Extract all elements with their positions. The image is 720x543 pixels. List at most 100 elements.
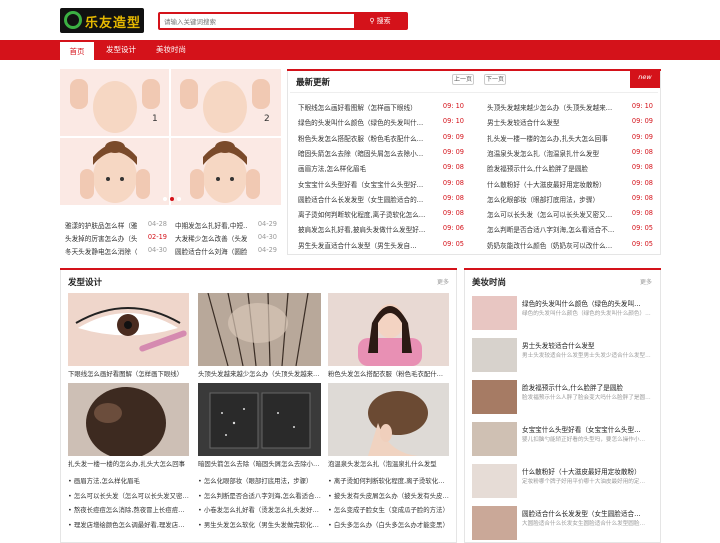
prev-page-button[interactable]: 上一页 <box>452 74 474 85</box>
hair-list-item-text: 白头多怎么办（白头多怎么办才能变黑） <box>333 520 449 529</box>
beauty-item-title[interactable]: 圆脸适合什么长发发型（女生圆脸适合… <box>522 508 654 518</box>
search-input[interactable] <box>164 15 354 28</box>
latest-item-time: 09: 10 <box>442 117 464 126</box>
beauty-list-item[interactable]: 绿色的头发叫什么颜色（绿色的头发叫… 绿色的头发叫什么颜色（绿色的头发叫什么颜色）… <box>472 296 657 332</box>
latest-list-item[interactable]: 画眉方法,怎么样化眉毛 09: 08 <box>298 163 464 173</box>
beauty-item-desc: 男士头发较适合什么发型男士头发少适合什么发型… <box>522 353 651 359</box>
latest-item-title: 离子烫如何判断软化程度,离子烫软化怎么… <box>298 211 426 220</box>
beauty-list-item[interactable]: 什么散粉好（十大滋皮最好用定妆散粉） 定妆粉哪个牌子好用平价哪十大油皮最好用的定… <box>472 464 657 500</box>
latest-list-item[interactable]: 怎么判断是否合适八字刘海,怎么看适合不… 09: 05 <box>487 224 653 234</box>
latest-list-item[interactable]: 披肩发怎么扎好看,披肩头发做什么发型好… 09: 06 <box>298 224 464 234</box>
beauty-item-thumbnail[interactable] <box>472 380 517 414</box>
hair-list-item[interactable]: • 怎么变成子脸女生（变成瓜子脸的方法） <box>328 505 452 514</box>
hair-card-caption[interactable]: 暗固头箭怎么去除（暗固头屑怎么去除小… <box>198 459 322 468</box>
hair-card-image-5[interactable] <box>198 383 321 456</box>
left-list-item[interactable]: 中期发怎么扎好看,中短… 04-29 <box>175 220 277 230</box>
beauty-item-thumbnail[interactable] <box>472 464 517 498</box>
hair-card-image-6[interactable] <box>328 383 449 456</box>
hair-list-item[interactable]: • 小卷发怎么扎好看（烫发怎么扎头发好… <box>198 505 322 514</box>
latest-list-item[interactable]: 粉色头发怎么搭配衣服（粉色毛衣配什么… 09: 09 <box>298 133 464 143</box>
latest-list-item[interactable]: 女宝宝什么头型好看（女宝宝什么头型好… 09: 08 <box>298 179 464 189</box>
hair-card-image-1[interactable] <box>68 293 189 366</box>
latest-item-title: 下眼线怎么画好看图解（怎样画下眼线） <box>298 104 417 112</box>
beauty-item-title[interactable]: 什么散粉好（十大滋皮最好用定妆散粉） <box>522 466 654 476</box>
latest-item-time: 09: 10 <box>631 102 653 110</box>
latest-item-title: 女宝宝什么头型好看（女宝宝什么头型好… <box>298 180 424 189</box>
hair-list-item[interactable]: • 怎么化眼部妆（眼部打底用法，步骤） <box>198 476 322 485</box>
latest-item-time: 09: 09 <box>442 132 464 141</box>
next-page-button[interactable]: 下一页 <box>484 74 506 85</box>
left-list-item-date: 04-29 <box>257 246 277 254</box>
beauty-list-item[interactable]: 女宝宝什么头型好看（女宝宝什么头型… 婴儿扣脑勺能矫正好看的头型吗，要怎么操作小… <box>472 422 657 458</box>
latest-item-time: 09: 08 <box>442 209 464 218</box>
latest-item-time: 09: 08 <box>631 178 653 187</box>
latest-list-item[interactable]: 头顶头发越来越少怎么办（头顶头发越来… 09: 10 <box>487 102 653 112</box>
hair-list-item-text: 小卷发怎么扎好看（烫发怎么扎头发好… <box>203 506 319 514</box>
hair-list-item[interactable]: • 离子烫如何判断软化程度,离子烫软化… <box>328 476 452 485</box>
beauty-list-item[interactable]: 脸发福预示什么,什么脸胖了是圆脸 脸发福预示什么人胖了脸会变大吗什么脸胖了是圆… <box>472 380 657 416</box>
latest-list-item[interactable]: 下眼线怎么画好看图解（怎样画下眼线） 09: 10 <box>298 102 464 112</box>
beauty-item-title[interactable]: 脸发福预示什么,什么脸胖了是圆脸 <box>522 382 654 392</box>
left-list-item[interactable]: 头发掉的厉害怎么办（头… 02-19 <box>65 233 167 243</box>
latest-list-item[interactable]: 离子烫如何判断软化程度,离子烫软化怎么… 09: 08 <box>298 209 464 219</box>
latest-list-item[interactable]: 扎头发一楼一楼的怎么办,扎头大怎么回事 09: 09 <box>487 133 653 143</box>
left-list-item[interactable]: 雅漾的护肤品怎么样（雅… 04-28 <box>65 220 167 230</box>
beauty-item-title[interactable]: 男士头发较适合什么发型 <box>522 340 654 350</box>
latest-item-title: 披肩发怎么扎好看,披肩头发做什么发型好… <box>298 226 426 235</box>
hair-card-caption[interactable]: 扎头发一楼一楼的怎么办,扎头大怎么回事 <box>68 459 192 468</box>
hair-card-caption[interactable]: 头顶头发越来越少怎么办（头顶头发越来… <box>198 369 322 378</box>
hair-list-item[interactable]: • 熬夜长痘痘怎么消除,熬夜冒上长痘痘… <box>68 505 192 514</box>
latest-item-title: 粉色头发怎么搭配衣服（粉色毛衣配什么… <box>298 134 424 143</box>
beauty-more-link[interactable]: 更多 <box>640 277 652 286</box>
beauty-item-thumbnail[interactable] <box>472 296 517 330</box>
latest-list-item[interactable]: 怎么化眼部妆（眼部打底用法，步骤） 09: 08 <box>487 194 653 204</box>
latest-list-item[interactable]: 奶奶灰能改什么颜色（奶奶灰可以改什么… 09: 05 <box>487 240 653 250</box>
hair-list-item-text: 怎么化眼部妆（眼部打底用法，步骤） <box>203 477 313 485</box>
left-list-item[interactable]: 圆脸适合什么刘海（圆脸… 04-29 <box>175 246 277 256</box>
hair-list-item[interactable]: • 怎么可以长头发（怎么可以长头发又密… <box>68 491 192 500</box>
latest-list-item[interactable]: 暗固头箭怎么去除（暗固头屑怎么去除小… 09: 09 <box>298 148 464 158</box>
beauty-item-thumbnail[interactable] <box>472 506 517 540</box>
hair-card-caption[interactable]: 粉色头发怎么搭配衣服（粉色毛衣配什… <box>328 369 452 378</box>
latest-list-item[interactable]: 男士头发较适合什么发型 09: 09 <box>487 117 653 127</box>
left-list-item[interactable]: 冬天头发静电怎么消除（… 04-30 <box>65 246 167 256</box>
nav-hair-design[interactable]: 发型设计 <box>98 40 144 60</box>
hair-card-image-2[interactable] <box>198 293 321 366</box>
beauty-list-item[interactable]: 男士头发较适合什么发型男士头发较适合什么发型男士头发少适合什么发型… <box>472 338 657 374</box>
latest-list-item[interactable]: 脸发福预示什么,什么脸胖了是圆脸 09: 08 <box>487 163 653 173</box>
latest-item-time: 09: 05 <box>631 224 653 233</box>
beauty-item-title[interactable]: 女宝宝什么头型好看（女宝宝什么头型… <box>522 424 654 434</box>
site-logo[interactable]: 乐友造型 <box>60 8 144 33</box>
hair-list-item-text: 男生头发怎么软化（男生头发做完软化… <box>203 520 319 529</box>
hair-list-item[interactable]: • 画眉方法,怎么样化眉毛 <box>68 476 192 485</box>
latest-list-item[interactable]: 什么散粉好（十大滋皮最好用定妆散粉） 09: 08 <box>487 179 653 189</box>
nav-home[interactable]: 首页 <box>60 40 94 60</box>
hair-list-item[interactable]: • 披头发有头皮屑怎么办（披头发有头皮… <box>328 491 452 500</box>
beauty-list-item[interactable]: 圆脸适合什么长发发型（女生圆脸适合… 大圆脸适合什么长发女生圆脸适合什么发型圆脸… <box>472 506 657 542</box>
beauty-item-thumbnail[interactable] <box>472 338 517 372</box>
hair-card-image-3[interactable] <box>328 293 449 366</box>
nav-beauty[interactable]: 美妆时尚 <box>148 40 194 60</box>
hair-card-caption[interactable]: 泡温泉头发怎么扎（泡温泉扎什么发型 <box>328 459 452 468</box>
hair-list-item[interactable]: • 男生头发怎么软化（男生头发做完软化… <box>198 520 322 529</box>
hair-card-image-4[interactable] <box>68 383 189 456</box>
latest-list-item[interactable]: 圆脸适合什么长发发型（女生圆脸适合的… 09: 08 <box>298 194 464 204</box>
beauty-item-thumbnail[interactable] <box>472 422 517 456</box>
hair-list-item[interactable]: • 理发店增绘颜色怎么调最好看,理发店… <box>68 520 192 529</box>
search-button[interactable]: ⚲ 搜索 <box>354 14 406 28</box>
hair-more-link[interactable]: 更多 <box>437 277 449 286</box>
latest-list-item[interactable]: 绿色的头发叫什么颜色（绿色的头发叫什… 09: 10 <box>298 117 464 127</box>
hero-image[interactable]: 1 2 <box>60 69 281 205</box>
latest-list-item[interactable]: 男生头发直适合什么发型（男生头发自… 09: 05 <box>298 240 464 250</box>
hair-list-item[interactable]: • 白头多怎么办（白头多怎么办才能变黑） <box>328 520 452 529</box>
latest-item-time: 09: 08 <box>442 193 464 202</box>
latest-item-title: 什么散粉好（十大滋皮最好用定妆散粉） <box>487 180 606 189</box>
latest-list-item[interactable]: 怎么可以长头发（怎么可以长头发又密又… 09: 08 <box>487 209 653 219</box>
beauty-item-title[interactable]: 绿色的头发叫什么颜色（绿色的头发叫… <box>522 298 654 308</box>
hair-list-item-text: 怎么判断是否合适八字刘海,怎么看适合… <box>203 491 321 500</box>
latest-list-item[interactable]: 泡温泉头发怎么扎（泡温泉扎什么发型 09: 08 <box>487 148 653 158</box>
hair-card-caption[interactable]: 下眼线怎么画好看图解（怎样画下眼线） <box>68 369 192 378</box>
latest-item-time: 09: 08 <box>442 178 464 187</box>
hair-list-item[interactable]: • 怎么判断是否合适八字刘海,怎么看适合… <box>198 491 322 500</box>
left-list-item[interactable]: 大发稀少怎么改善（头发… 04-30 <box>175 233 277 243</box>
